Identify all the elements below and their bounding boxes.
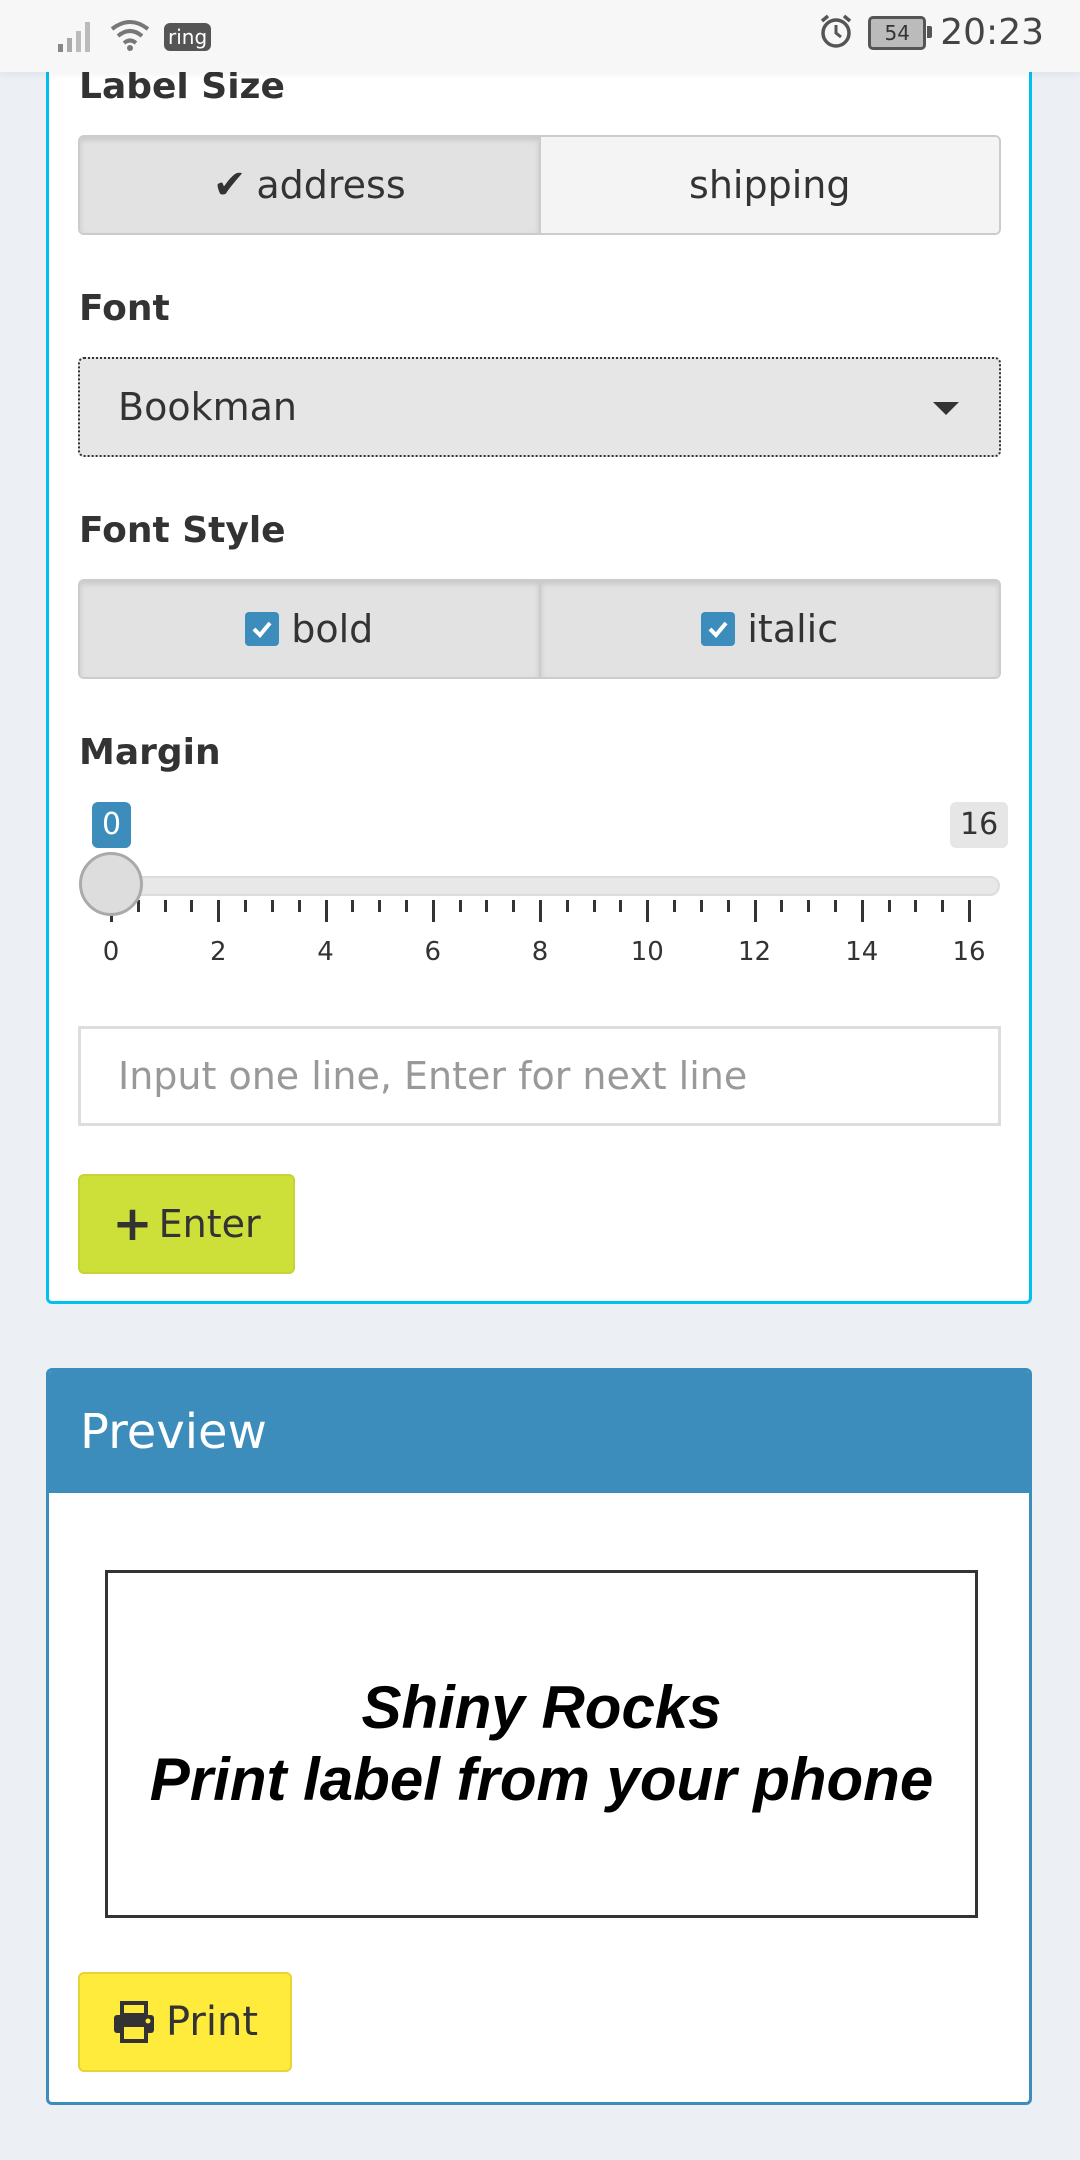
slider-minor-tick	[887, 900, 891, 912]
preview-line-2: Print label from your phone	[149, 1746, 934, 1813]
slider-minor-tick	[726, 900, 730, 912]
label-size-shipping-label: shipping	[689, 163, 851, 207]
slider-minor-tick	[914, 900, 918, 912]
slider-tick-label: 6	[424, 937, 442, 967]
slider-minor-tick	[673, 900, 677, 912]
slider-tick-label: 12	[737, 937, 772, 967]
font-style-italic-label: italic	[747, 607, 839, 651]
font-select-value: Bookman	[118, 385, 297, 429]
checkbox-checked-icon	[701, 612, 736, 646]
print-button-label: Print	[165, 1999, 258, 2045]
slider-major-tick	[968, 900, 971, 922]
slider-major-tick	[431, 900, 435, 922]
slider-minor-tick	[270, 900, 274, 912]
slider-major-tick	[217, 900, 221, 922]
font-select[interactable]: Bookman	[78, 357, 1001, 457]
status-left: ring	[58, 18, 212, 56]
slider-minor-tick	[190, 900, 194, 912]
check-icon: ✔	[212, 162, 247, 208]
label-size-toggle: ✔ address shipping	[78, 135, 1001, 235]
font-title: Font	[79, 288, 170, 329]
preview-title: Preview	[80, 1404, 267, 1460]
slider-major-tick	[324, 900, 328, 922]
slider-max-bubble: 16	[950, 802, 1009, 848]
ring-app-badge: ring	[164, 23, 212, 51]
font-style-title: Font Style	[79, 510, 286, 551]
margin-title: Margin	[79, 732, 221, 773]
font-style-bold-label: bold	[291, 607, 374, 651]
slider-tick-label: 8	[531, 937, 549, 967]
status-time: 20:23	[940, 12, 1044, 53]
slider-tick-label: 4	[317, 937, 334, 967]
battery-level: 54	[884, 20, 910, 45]
slider-minor-tick	[485, 900, 489, 912]
preview-header: Preview	[49, 1371, 1029, 1493]
slider-minor-tick	[619, 900, 623, 912]
signal-icon	[58, 18, 96, 56]
slider-minor-tick	[351, 900, 355, 912]
enter-button-label: Enter	[158, 1202, 261, 1246]
slider-minor-tick	[699, 900, 703, 912]
slider-minor-tick	[941, 900, 945, 912]
label-size-address-button[interactable]: ✔ address	[80, 137, 539, 233]
label-size-title: Label Size	[79, 66, 285, 107]
slider-minor-tick	[378, 900, 382, 912]
slider-major-tick	[646, 900, 650, 922]
slider-minor-tick	[565, 900, 569, 912]
font-style-bold-button[interactable]: bold	[80, 581, 539, 677]
slider-minor-tick	[512, 900, 516, 912]
slider-major-tick	[753, 900, 757, 922]
label-preview: Shiny Rocks Print label from your phone	[105, 1570, 978, 1918]
slider-minor-tick	[592, 900, 596, 912]
print-button[interactable]: Print	[78, 1972, 292, 2072]
font-style-toggle: bold italic	[78, 579, 1001, 679]
printer-icon	[112, 2001, 156, 2043]
slider-minor-tick	[297, 900, 301, 912]
margin-slider-handle[interactable]	[79, 852, 143, 916]
slider-minor-tick	[833, 900, 837, 912]
slider-tick-label: 0	[102, 937, 120, 967]
slider-minor-tick	[807, 900, 811, 912]
line-input[interactable]	[78, 1026, 1001, 1126]
slider-minor-tick	[244, 900, 248, 912]
slider-tick-label: 2	[209, 937, 227, 967]
margin-slider-track[interactable]	[80, 876, 1000, 896]
slider-tick-label: 10	[630, 937, 664, 967]
wifi-icon	[110, 19, 150, 55]
slider-tick-label: 14	[845, 937, 879, 967]
slider-major-tick	[860, 900, 864, 922]
label-size-shipping-button[interactable]: shipping	[538, 137, 999, 233]
slider-value-bubble: 0	[92, 802, 132, 848]
plus-icon: +	[112, 1196, 153, 1252]
preview-line-1: Shiny Rocks	[361, 1674, 722, 1741]
caret-down-icon	[933, 402, 959, 415]
status-right: 54 20:23	[818, 12, 1044, 53]
slider-minor-tick	[458, 900, 462, 912]
status-bar: ring 54 20:23	[0, 0, 1080, 72]
battery-icon: 54	[868, 15, 933, 50]
alarm-icon	[818, 13, 854, 53]
slider-minor-tick	[780, 900, 784, 912]
enter-button[interactable]: + Enter	[78, 1174, 295, 1274]
font-style-italic-button[interactable]: italic	[538, 581, 999, 677]
checkbox-checked-icon	[245, 612, 280, 646]
label-size-address-label: address	[256, 163, 406, 207]
slider-minor-tick	[404, 900, 408, 912]
slider-major-tick	[539, 900, 542, 922]
slider-minor-tick	[163, 900, 167, 912]
slider-tick-label: 16	[952, 937, 986, 967]
